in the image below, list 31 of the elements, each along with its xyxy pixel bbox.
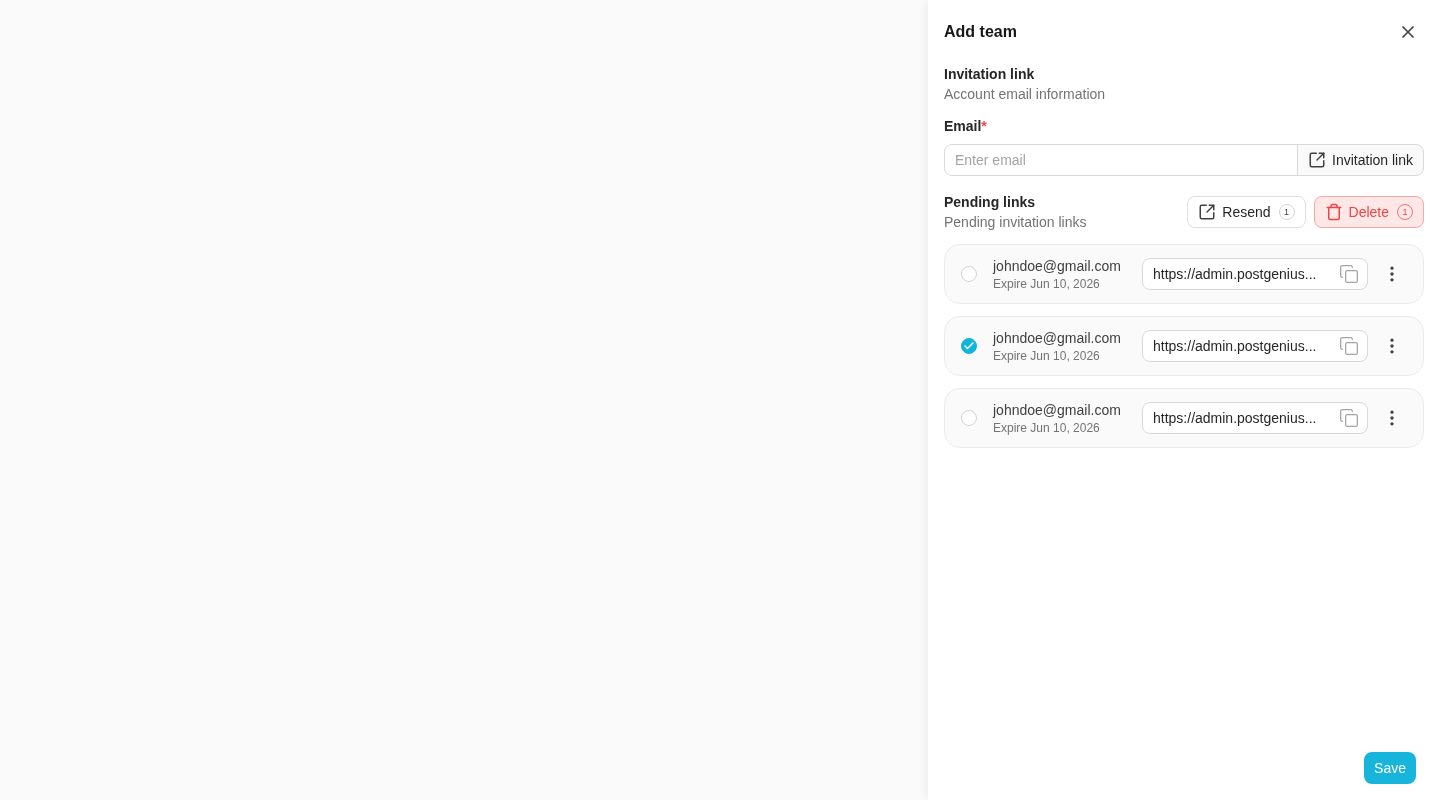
invitee-email: johndoe@gmail.com xyxy=(993,401,1121,420)
checkbox[interactable] xyxy=(961,338,977,354)
expiry-date: Expire Jun 10, 2026 xyxy=(993,276,1101,292)
section-title: Pending links xyxy=(944,193,1036,212)
link-url: https://admin.postgenius... xyxy=(1153,409,1317,428)
check-icon xyxy=(963,340,975,352)
link-field[interactable]: https://admin.postgenius... xyxy=(1142,258,1368,290)
copy-icon[interactable] xyxy=(1339,408,1359,428)
copy-icon[interactable] xyxy=(1339,264,1359,284)
resend-button[interactable]: Resend 1 xyxy=(1187,196,1306,228)
section-subtitle: Pending invitation links xyxy=(944,213,1087,232)
external-link-icon xyxy=(1308,151,1327,169)
checkbox[interactable] xyxy=(961,266,977,282)
email-input[interactable]: Enter email xyxy=(944,144,1299,176)
external-link-icon xyxy=(1198,203,1217,221)
link-field[interactable]: https://admin.postgenius... xyxy=(1142,330,1368,362)
copy-icon[interactable] xyxy=(1339,336,1359,356)
trash-icon xyxy=(1324,203,1343,221)
checkbox[interactable] xyxy=(961,410,977,426)
expiry-date: Expire Jun 10, 2026 xyxy=(993,420,1101,436)
link-url: https://admin.postgenius... xyxy=(1153,337,1317,356)
field-label: Email* xyxy=(944,117,987,136)
invitee-email: johndoe@gmail.com xyxy=(993,329,1121,348)
invitation-link-button[interactable]: Invitation link xyxy=(1297,144,1424,176)
expiry-date: Expire Jun 10, 2026 xyxy=(993,348,1101,364)
panel-title: Add team xyxy=(944,22,1017,42)
section-title: Invitation link xyxy=(944,65,1036,84)
link-url: https://admin.postgenius... xyxy=(1153,265,1317,284)
link-field[interactable]: https://admin.postgenius... xyxy=(1142,402,1368,434)
section-subtitle: Account email information xyxy=(944,85,1107,104)
invitee-email: johndoe@gmail.com xyxy=(993,257,1121,276)
